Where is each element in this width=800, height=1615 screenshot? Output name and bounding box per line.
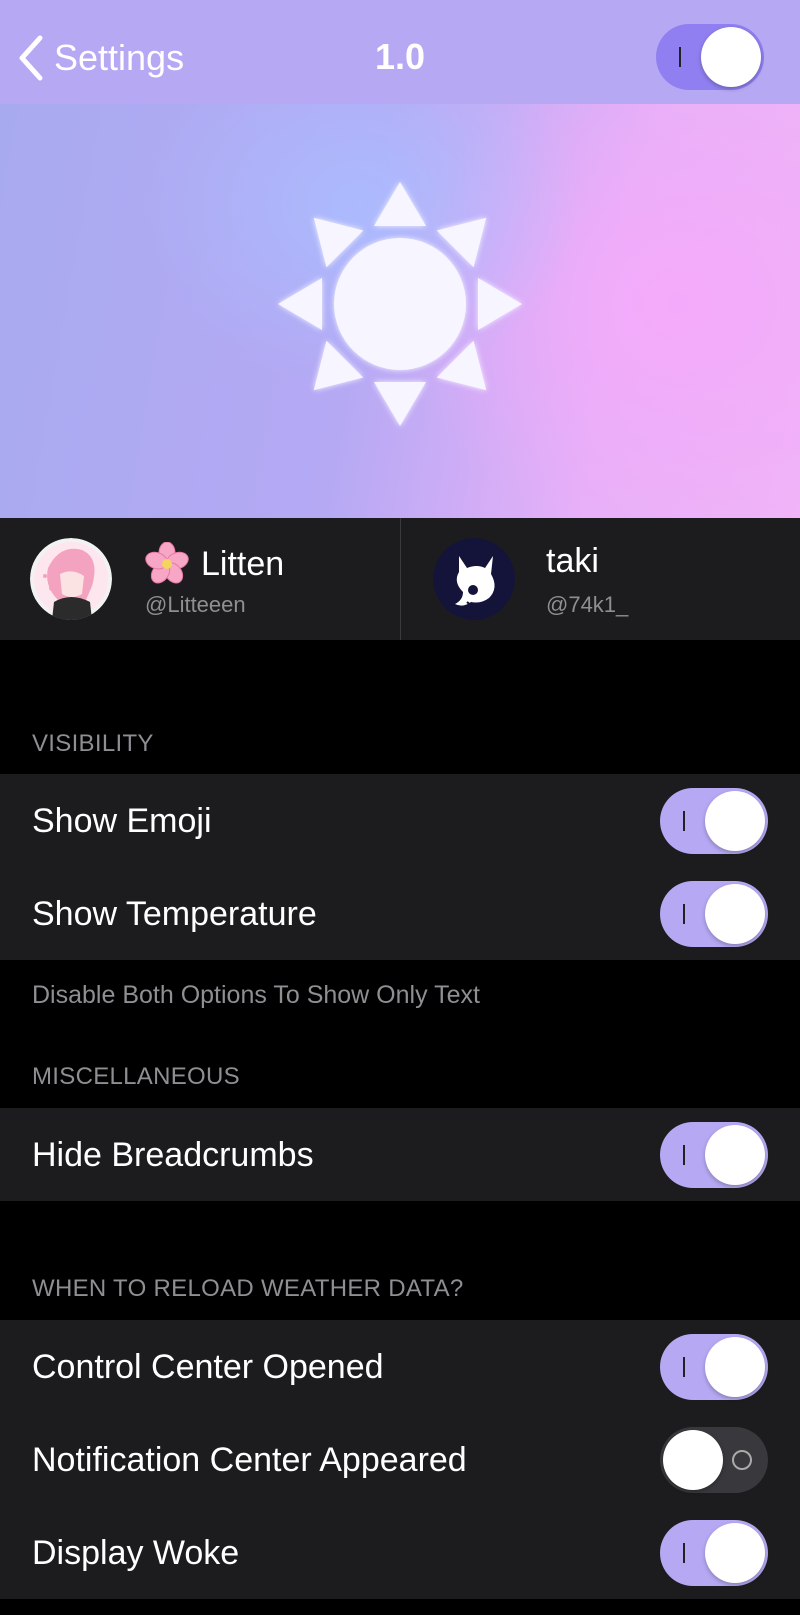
toggle-off-mark [732,1450,752,1470]
toggle-knob [663,1430,723,1490]
back-button-label: Settings [54,37,185,78]
section-header-miscellaneous: MISCELLANEOUS [32,1063,240,1090]
credit-handle: @74k1_ [546,592,629,617]
cell-label: Hide Breadcrumbs [32,1136,314,1174]
avatar [433,538,515,620]
cell-display-woke: Display Woke [0,1506,800,1599]
cell-hide-breadcrumbs: Hide Breadcrumbs [0,1108,800,1201]
credit-taki[interactable]: taki @74k1_ [400,518,800,640]
cell-label: Control Center Opened [32,1348,384,1386]
group-visibility: Show Emoji Show Temperature [0,774,800,960]
credit-handle: @Litteeen [145,592,246,617]
cell-label: Show Temperature [32,895,317,933]
toggle-on-mark [683,904,685,924]
toggle-knob [705,1337,765,1397]
toggle-on-mark [683,811,685,831]
chevron-left-icon [19,35,43,81]
avatar [30,538,112,620]
cherry-blossom-icon [145,542,189,584]
section-footer-visibility: Disable Both Options To Show Only Text [32,981,480,1009]
cell-show-emoji: Show Emoji [0,774,800,867]
credit-litten[interactable]: Litten @Litteeen [0,518,400,640]
enable-tweak-toggle[interactable] [656,24,764,90]
toggle-knob [705,884,765,944]
nav-title: 1.0 [374,36,426,77]
credit-name: Litten [201,544,285,583]
cell-label: Display Woke [32,1534,240,1572]
control-center-opened-toggle[interactable] [660,1334,768,1400]
cell-control-center-opened: Control Center Opened [0,1320,800,1413]
display-woke-toggle[interactable] [660,1520,768,1586]
back-button[interactable]: Settings [16,30,184,86]
navigation-bar: Settings 1.0 [0,0,800,104]
toggle-knob [701,27,761,87]
credit-name-row: Litten [145,542,284,586]
cell-label: Show Emoji [32,802,212,840]
cell-label: Notification Center Appeared [32,1441,467,1479]
show-temperature-toggle[interactable] [660,881,768,947]
show-emoji-toggle[interactable] [660,788,768,854]
sun-icon [278,182,522,426]
credit-name-row: taki [546,542,599,581]
group-miscellaneous: Hide Breadcrumbs [0,1108,800,1201]
group-reload: Control Center Opened Notification Cente… [0,1320,800,1599]
toggle-on-mark [683,1145,685,1165]
toggle-on-mark [683,1357,685,1377]
section-header-reload: WHEN TO RELOAD WEATHER DATA? [32,1275,464,1302]
credit-name: taki [546,542,599,580]
hide-breadcrumbs-toggle[interactable] [660,1122,768,1188]
header-banner [0,104,800,518]
toggle-on-mark [683,1543,685,1563]
notification-center-appeared-toggle[interactable] [660,1427,768,1493]
credits-row: Litten @Litteeen taki @74k1_ [0,518,800,640]
toggle-knob [705,791,765,851]
toggle-knob [705,1523,765,1583]
cell-show-temperature: Show Temperature [0,867,800,960]
toggle-on-mark [679,47,681,67]
cell-notification-center-appeared: Notification Center Appeared [0,1413,800,1506]
section-header-visibility: VISIBILITY [32,730,154,757]
toggle-knob [705,1125,765,1185]
